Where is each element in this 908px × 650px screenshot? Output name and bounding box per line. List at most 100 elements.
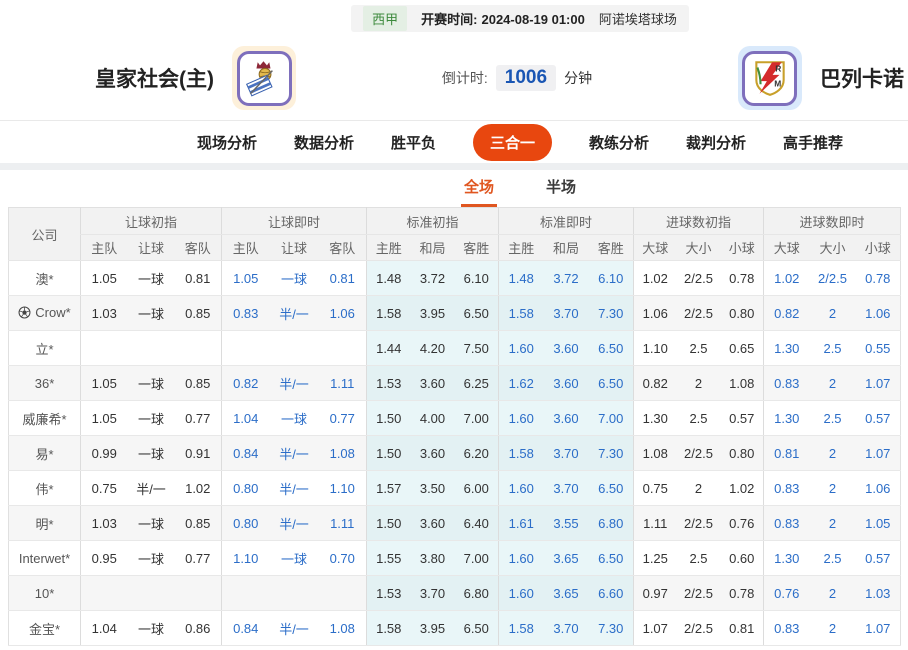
- odds-cell-handicap-live: 0.84: [222, 436, 270, 471]
- odds-cell-goals-initial: 2: [677, 366, 721, 401]
- odds-cell-handicap-live: 0.80: [222, 506, 270, 541]
- sub-header-standard-initial-0: 主胜: [367, 235, 411, 261]
- svg-text:R: R: [775, 64, 781, 74]
- home-team: 皇家社会(主): [95, 46, 296, 110]
- company-name[interactable]: Crow*: [9, 296, 81, 331]
- company-name[interactable]: 易*: [9, 436, 81, 471]
- odds-cell-standard-initial: 1.53: [367, 366, 411, 401]
- subtab-half-match[interactable]: 半场: [543, 170, 579, 207]
- company-name[interactable]: 澳*: [9, 261, 81, 296]
- sub-header-handicap-initial-0: 主队: [81, 235, 128, 261]
- odds-cell-handicap-live: 1.10: [319, 471, 367, 506]
- odds-cell-standard-live: 1.58: [499, 436, 544, 471]
- countdown-value: 1006: [496, 65, 556, 91]
- nav-tab-live-analysis[interactable]: 现场分析: [197, 132, 257, 153]
- odds-cell-standard-initial: 3.95: [411, 611, 455, 646]
- odds-cell-handicap-live: 半/一: [270, 506, 319, 541]
- odds-cell-standard-initial: 1.50: [367, 436, 411, 471]
- odds-row: Interwet*0.95一球0.771.10一球0.701.553.807.0…: [9, 541, 901, 576]
- nav-tab-expert-picks[interactable]: 高手推荐: [783, 132, 843, 153]
- company-name[interactable]: 10*: [9, 576, 81, 611]
- company-name[interactable]: 威廉希*: [9, 401, 81, 436]
- company-name[interactable]: Interwet*: [9, 541, 81, 576]
- odds-cell-standard-live: 6.60: [589, 576, 634, 611]
- odds-cell-standard-live: 1.60: [499, 331, 544, 366]
- odds-cell-goals-initial: 1.02: [634, 261, 677, 296]
- away-team-name: 巴列卡诺: [820, 63, 904, 93]
- sub-header-handicap-live-0: 主队: [222, 235, 270, 261]
- countdown: 倒计时: 1006 分钟: [442, 65, 592, 91]
- odds-cell-standard-live: 3.65: [544, 576, 589, 611]
- company-name[interactable]: 伟*: [9, 471, 81, 506]
- odds-cell-handicap-initial: [128, 576, 175, 611]
- odds-cell-handicap-initial: 1.03: [81, 296, 128, 331]
- odds-cell-goals-live: 1.03: [856, 576, 901, 611]
- odds-cell-goals-live: 1.05: [856, 506, 901, 541]
- odds-cell-standard-live: 3.65: [544, 541, 589, 576]
- sub-header-goals-initial-0: 大球: [634, 235, 677, 261]
- odds-cell-standard-initial: 7.00: [455, 401, 499, 436]
- odds-cell-goals-initial: 2.5: [677, 331, 721, 366]
- odds-cell-goals-live: 1.07: [856, 366, 901, 401]
- odds-cell-goals-initial: 0.97: [634, 576, 677, 611]
- odds-cell-handicap-live: 1.11: [319, 506, 367, 541]
- odds-cell-standard-initial: 6.50: [455, 296, 499, 331]
- odds-cell-handicap-live: 1.05: [222, 261, 270, 296]
- odds-cell-standard-initial: 4.00: [411, 401, 455, 436]
- nav-tab-win-draw-lose[interactable]: 胜平负: [391, 132, 436, 153]
- sub-header-standard-live-2: 客胜: [589, 235, 634, 261]
- odds-cell-handicap-initial: 0.86: [175, 611, 222, 646]
- odds-cell-standard-initial: 1.55: [367, 541, 411, 576]
- odds-cell-goals-live: 2: [810, 506, 856, 541]
- subtab-full-match[interactable]: 全场: [461, 170, 497, 207]
- odds-cell-handicap-initial: 一球: [128, 436, 175, 471]
- odds-cell-handicap-live: 1.08: [319, 611, 367, 646]
- odds-cell-handicap-initial: 一球: [128, 366, 175, 401]
- odds-cell-handicap-initial: 一球: [128, 506, 175, 541]
- real-sociedad-crest-icon: [237, 51, 292, 106]
- odds-cell-standard-live: 1.58: [499, 611, 544, 646]
- odds-cell-standard-initial: 6.80: [455, 576, 499, 611]
- odds-cell-standard-live: 1.60: [499, 541, 544, 576]
- kickoff-label: 开赛时间:: [421, 12, 477, 27]
- odds-cell-goals-live: 1.30: [764, 401, 810, 436]
- company-name[interactable]: 36*: [9, 366, 81, 401]
- nav-tab-referee-analysis[interactable]: 裁判分析: [686, 132, 746, 153]
- odds-cell-standard-live: 3.60: [544, 366, 589, 401]
- company-name[interactable]: 明*: [9, 506, 81, 541]
- odds-cell-goals-initial: 2/2.5: [677, 296, 721, 331]
- odds-cell-standard-initial: 6.00: [455, 471, 499, 506]
- odds-cell-handicap-initial: 0.77: [175, 541, 222, 576]
- odds-cell-standard-live: 3.60: [544, 401, 589, 436]
- odds-cell-goals-live: 2: [810, 436, 856, 471]
- odds-cell-standard-initial: 3.60: [411, 366, 455, 401]
- sub-header-goals-initial-1: 大小: [677, 235, 721, 261]
- venue: 阿诺埃塔球场: [599, 9, 677, 28]
- odds-cell-handicap-live: 1.04: [222, 401, 270, 436]
- company-name[interactable]: 金宝*: [9, 611, 81, 646]
- odds-cell-handicap-live: 半/一: [270, 296, 319, 331]
- sub-header-standard-live-1: 和局: [544, 235, 589, 261]
- odds-cell-handicap-initial: [175, 576, 222, 611]
- odds-cell-goals-initial: 2/2.5: [677, 576, 721, 611]
- nav-tab-data-analysis[interactable]: 数据分析: [294, 132, 354, 153]
- odds-cell-standard-initial: 4.20: [411, 331, 455, 366]
- odds-cell-goals-initial: 0.78: [721, 261, 764, 296]
- odds-cell-handicap-initial: 0.85: [175, 296, 222, 331]
- group-header-handicap-initial: 让球初指: [81, 208, 222, 235]
- nav-tab-three-in-one[interactable]: 三合一: [473, 124, 552, 161]
- odds-cell-handicap-live: 0.70: [319, 541, 367, 576]
- odds-cell-handicap-initial: 1.02: [175, 471, 222, 506]
- odds-cell-goals-live: 0.83: [764, 366, 810, 401]
- kickoff-time: 开赛时间: 2024-08-19 01:00: [421, 9, 585, 28]
- odds-cell-standard-initial: 1.53: [367, 576, 411, 611]
- odds-cell-goals-initial: 1.07: [634, 611, 677, 646]
- odds-cell-standard-live: 1.60: [499, 401, 544, 436]
- odds-cell-standard-initial: 3.50: [411, 471, 455, 506]
- odds-cell-goals-initial: 1.08: [634, 436, 677, 471]
- odds-cell-standard-live: 7.00: [589, 401, 634, 436]
- odds-cell-handicap-live: [222, 331, 270, 366]
- company-name[interactable]: 立*: [9, 331, 81, 366]
- nav-tab-coach-analysis[interactable]: 教练分析: [589, 132, 649, 153]
- kickoff-value: 2024-08-19 01:00: [481, 12, 584, 27]
